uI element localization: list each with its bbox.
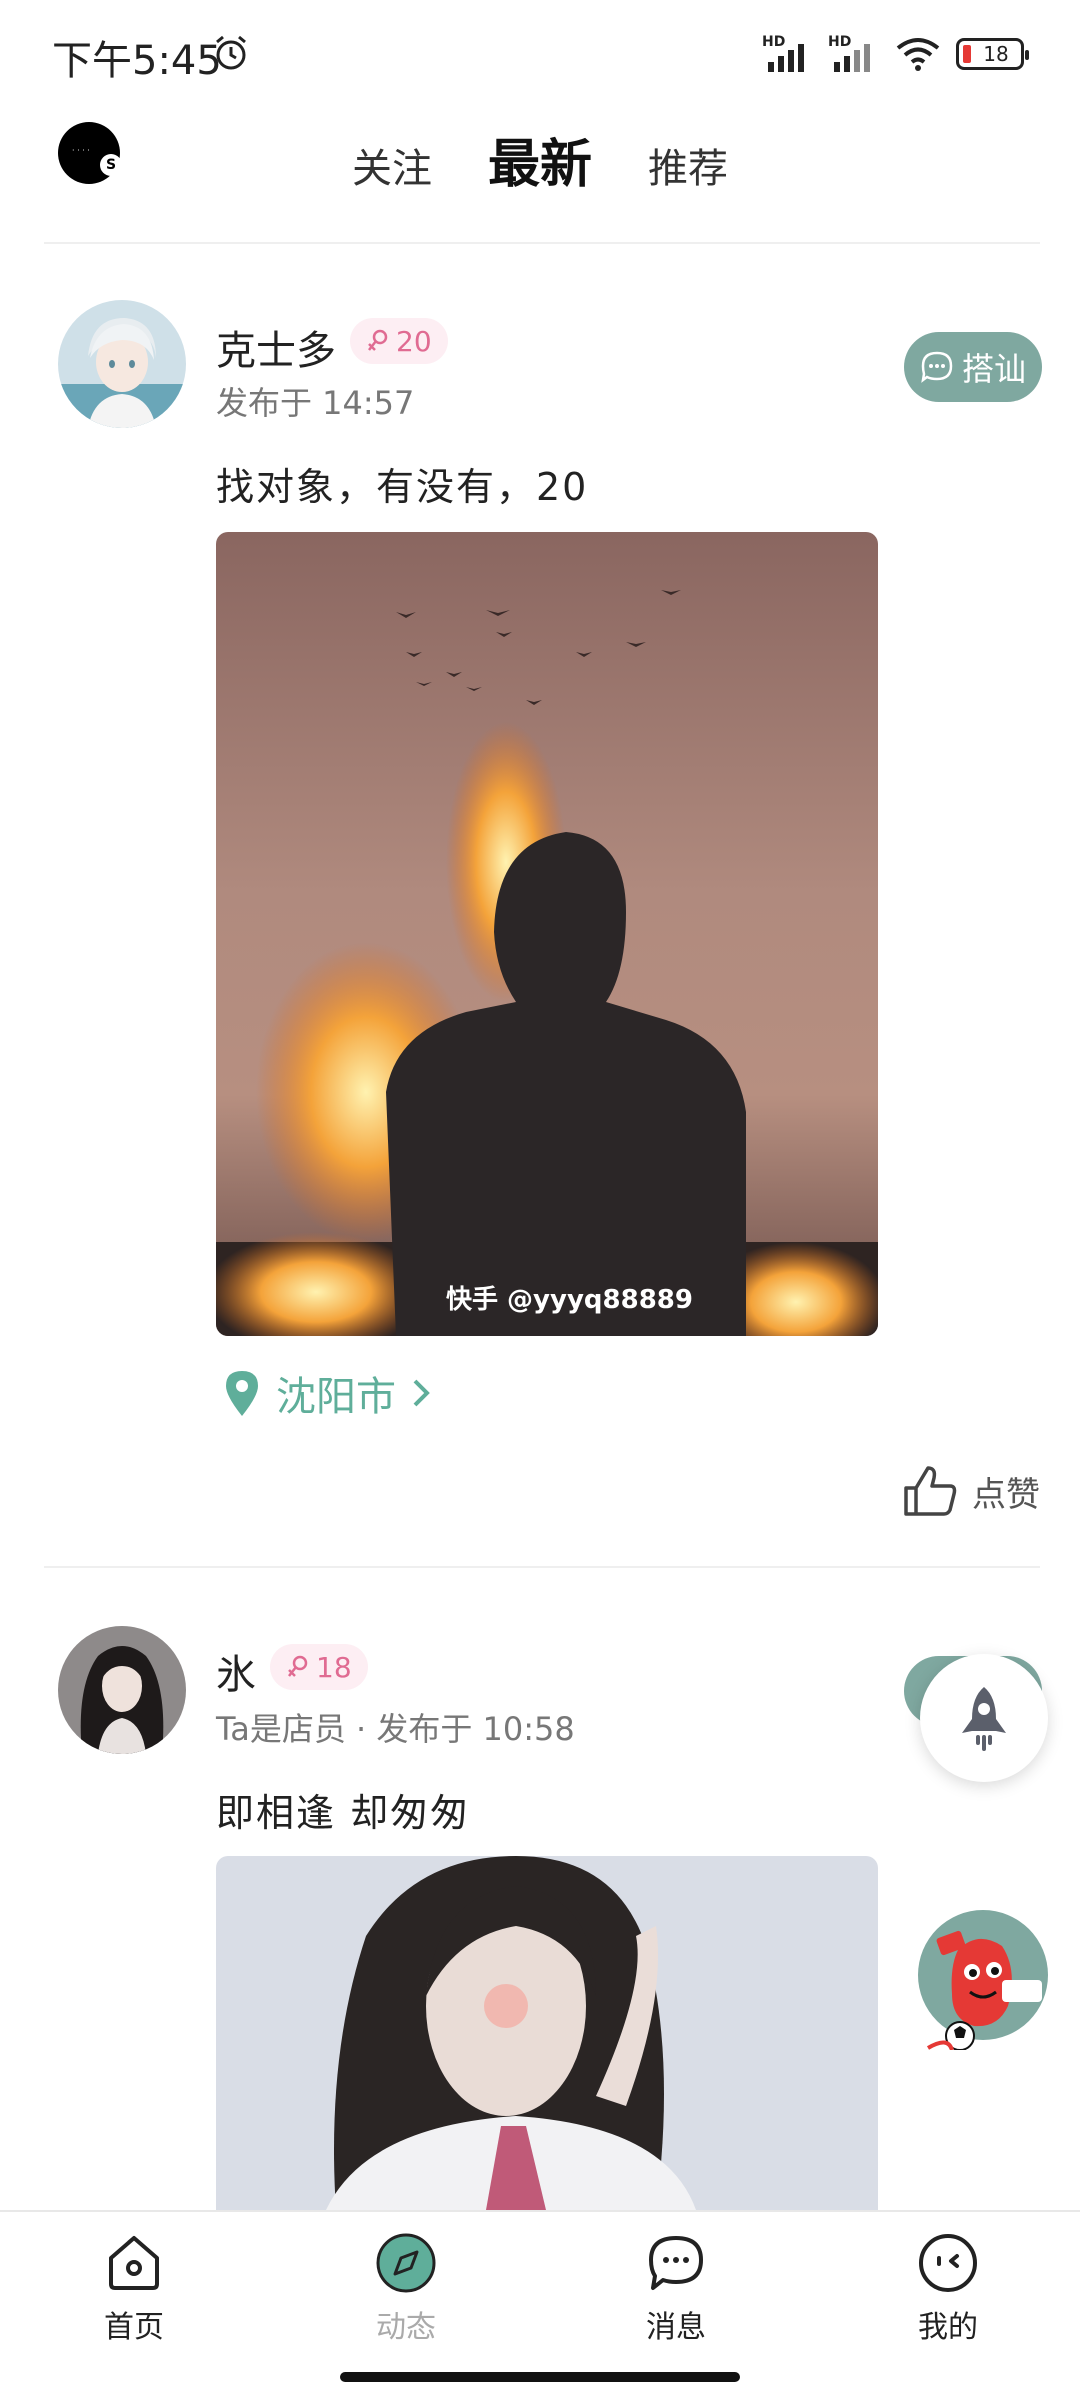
post-meta: Ta是店员 · 发布于 10:58 bbox=[216, 1710, 575, 1748]
chat-bubble-icon bbox=[921, 351, 953, 383]
location-link[interactable]: 沈阳市 bbox=[222, 1364, 432, 1422]
mascot-promo-button[interactable] bbox=[918, 1910, 1048, 2050]
chat-button-label: 搭讪 bbox=[961, 350, 1026, 388]
cellular-signal-icon-2: HD bbox=[828, 34, 880, 72]
nav-messages[interactable]: 消息 bbox=[606, 2232, 746, 2346]
chat-button[interactable]: 搭讪 bbox=[904, 332, 1042, 402]
profile-icon bbox=[919, 2234, 977, 2292]
female-icon bbox=[288, 1655, 308, 1677]
nav-moments-label: 动态 bbox=[376, 2310, 436, 2345]
age-value: 20 bbox=[396, 324, 432, 358]
nav-profile[interactable]: 我的 bbox=[878, 2232, 1018, 2346]
like-button[interactable]: 点赞 bbox=[902, 1464, 1040, 1518]
tab-recommend[interactable]: 推荐 bbox=[648, 136, 728, 194]
avatar[interactable] bbox=[58, 1626, 186, 1754]
mascot-icon bbox=[926, 1930, 1042, 2050]
rocket-icon bbox=[962, 1687, 1006, 1751]
nav-messages-label: 消息 bbox=[646, 2310, 706, 2345]
top-nav: · · · · S 关注 最新 推荐 bbox=[0, 110, 1080, 230]
female-icon bbox=[368, 329, 388, 351]
tab-latest[interactable]: 最新 bbox=[488, 122, 592, 197]
battery-icon: 18 bbox=[956, 38, 1029, 70]
location-pin-icon bbox=[226, 1371, 258, 1416]
age-badge: 20 bbox=[350, 318, 448, 364]
divider bbox=[44, 1566, 1040, 1568]
post-image[interactable]: 快手 @yyyq88889 bbox=[216, 532, 878, 1336]
battery-level: 18 bbox=[983, 42, 1009, 66]
username[interactable]: 克士多 bbox=[216, 318, 336, 376]
divider bbox=[44, 242, 1040, 244]
nav-moments[interactable]: 动态 bbox=[336, 2232, 476, 2346]
post-image[interactable] bbox=[216, 1856, 878, 2210]
age-badge: 18 bbox=[270, 1644, 368, 1690]
feed-tabs: 关注 最新 推荐 bbox=[0, 122, 1080, 197]
thumbs-up-icon bbox=[904, 1466, 957, 1516]
status-bar: 下午5:45 HD HD 18 bbox=[0, 0, 1080, 100]
location-label: 沈阳市 bbox=[276, 1374, 396, 1420]
like-label: 点赞 bbox=[972, 1474, 1040, 1515]
wifi-icon bbox=[896, 38, 940, 71]
boost-button[interactable] bbox=[920, 1654, 1048, 1782]
post-text: 找对象，有没有，20 bbox=[216, 465, 589, 509]
chevron-right-icon bbox=[413, 1379, 430, 1407]
compass-icon bbox=[376, 2233, 436, 2293]
age-value: 18 bbox=[316, 1650, 352, 1684]
nav-home[interactable]: 首页 bbox=[64, 2232, 204, 2346]
cellular-signal-icon: HD bbox=[762, 34, 814, 72]
post-text: 即相逢 却匆匆 bbox=[216, 1791, 471, 1835]
image-watermark: 快手 @yyyq88889 bbox=[446, 1285, 693, 1315]
home-icon bbox=[109, 2236, 159, 2290]
username[interactable]: 氷 bbox=[216, 1642, 256, 1700]
tab-follow[interactable]: 关注 bbox=[352, 136, 432, 194]
avatar[interactable] bbox=[58, 300, 186, 428]
nav-profile-label: 我的 bbox=[918, 2310, 978, 2345]
post-meta: 发布于 14:57 bbox=[216, 384, 415, 422]
alarm-icon bbox=[216, 35, 246, 70]
message-icon bbox=[649, 2236, 703, 2290]
home-indicator bbox=[340, 2372, 740, 2382]
status-time: 下午5:45 bbox=[52, 38, 222, 84]
nav-home-label: 首页 bbox=[104, 2310, 164, 2345]
